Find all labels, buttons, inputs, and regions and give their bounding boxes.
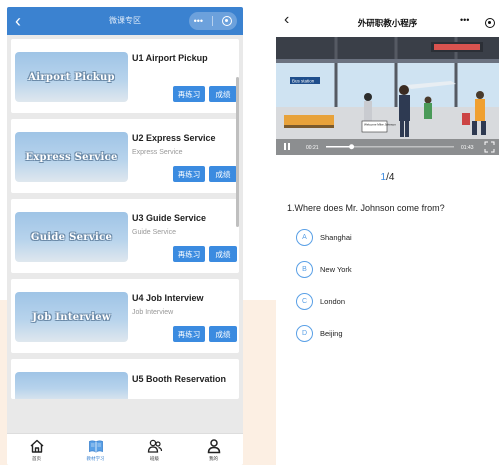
progress-knob bbox=[349, 144, 355, 150]
tab-home[interactable]: 首页 bbox=[7, 434, 66, 465]
video-player[interactable]: Bus station Welcome Mike Johnson 00:21 0… bbox=[276, 37, 499, 155]
option-c[interactable]: C London bbox=[296, 293, 345, 310]
pause-icon bbox=[284, 143, 286, 150]
tab-class[interactable]: 班级 bbox=[125, 434, 184, 465]
thumbnail-label: Airport Pickup bbox=[28, 71, 115, 83]
course-card[interactable]: U5 Booth Reservation bbox=[11, 359, 239, 399]
course-title[interactable]: U2 Express Service bbox=[132, 133, 216, 143]
total-questions: /4 bbox=[386, 172, 395, 183]
option-text[interactable]: New York bbox=[320, 265, 352, 274]
video-frame: Bus station Welcome Mike Johnson 00:21 0… bbox=[276, 37, 499, 155]
quiz-screen: ‹ 外研职教小程序 ••• Bus station Welcome Mike J… bbox=[276, 7, 499, 465]
tab-label: 首页 bbox=[32, 456, 41, 461]
course-title[interactable]: U3 Guide Service bbox=[132, 213, 206, 223]
course-card[interactable]: Express Service U2 Express Service Expre… bbox=[11, 119, 239, 193]
tab-mine[interactable]: 我的 bbox=[184, 434, 243, 465]
course-card[interactable]: Job Interview U4 Job Interview Job Inter… bbox=[11, 279, 239, 353]
option-letter[interactable]: A bbox=[296, 229, 313, 246]
home-icon bbox=[30, 439, 43, 453]
course-thumbnail[interactable]: Express Service bbox=[15, 132, 128, 182]
question-counter: 1/4 bbox=[276, 172, 499, 183]
course-title[interactable]: U5 Booth Reservation bbox=[132, 373, 232, 385]
header-bar: ‹ 外研职教小程序 ••• bbox=[276, 7, 499, 35]
thumbnail-label: Job Interview bbox=[32, 311, 111, 323]
practice-again-button[interactable]: 再练习 bbox=[173, 166, 205, 182]
option-text[interactable]: Beijing bbox=[320, 329, 343, 338]
tab-label: 教材学习 bbox=[86, 456, 105, 461]
course-card[interactable]: Airport Pickup U1 Airport Pickup 再练习 成绩 bbox=[11, 39, 239, 113]
option-letter[interactable]: C bbox=[296, 293, 313, 310]
option-text[interactable]: Shanghai bbox=[320, 233, 352, 242]
score-button[interactable]: 成绩 bbox=[209, 86, 237, 102]
practice-again-button[interactable]: 再练习 bbox=[173, 246, 205, 262]
course-subtitle: Job Interview bbox=[132, 309, 174, 316]
tab-label: 我的 bbox=[209, 456, 218, 461]
course-subtitle: Guide Service bbox=[132, 229, 176, 236]
option-d[interactable]: D Beijing bbox=[296, 325, 343, 342]
thumbnail-label: Guide Service bbox=[30, 231, 113, 243]
option-letter[interactable]: B bbox=[296, 261, 313, 278]
more-icon[interactable]: ••• bbox=[460, 15, 469, 25]
progress-fill bbox=[326, 146, 352, 148]
mini-program-capsule[interactable]: ••• bbox=[189, 12, 237, 30]
tab-textbook-study[interactable]: 教材学习 bbox=[66, 434, 125, 465]
course-thumbnail[interactable]: Airport Pickup bbox=[15, 52, 128, 102]
current-time: 00:21 bbox=[306, 145, 319, 151]
score-button[interactable]: 成绩 bbox=[209, 246, 237, 262]
capsule-divider bbox=[212, 16, 214, 26]
option-a[interactable]: A Shanghai bbox=[296, 229, 352, 246]
bottom-tab-bar: 首页 教材学习 班级 我的 bbox=[7, 433, 243, 465]
course-thumbnail[interactable] bbox=[15, 372, 128, 399]
tab-label: 班级 bbox=[150, 456, 159, 461]
course-title[interactable]: U1 Airport Pickup bbox=[132, 53, 208, 63]
practice-again-button[interactable]: 再练习 bbox=[173, 86, 205, 102]
course-list-screen: ‹ 微课专区 ••• Airport Pickup U1 Airport Pic… bbox=[7, 7, 243, 465]
course-title[interactable]: U4 Job Interview bbox=[132, 293, 204, 303]
option-letter[interactable]: D bbox=[296, 325, 313, 342]
user-icon bbox=[207, 439, 220, 454]
thumbnail-label: Express Service bbox=[25, 151, 118, 163]
total-time: 01:43 bbox=[461, 145, 474, 151]
course-subtitle: Express Service bbox=[132, 149, 183, 156]
score-button[interactable]: 成绩 bbox=[209, 166, 237, 182]
book-icon bbox=[88, 440, 103, 453]
score-button[interactable]: 成绩 bbox=[209, 326, 237, 342]
scrollbar[interactable] bbox=[236, 77, 239, 227]
option-b[interactable]: B New York bbox=[296, 261, 352, 278]
course-thumbnail[interactable]: Guide Service bbox=[15, 212, 128, 262]
question-text: 1.Where does Mr. Johnson come from? bbox=[287, 203, 445, 213]
group-icon bbox=[147, 439, 162, 453]
course-thumbnail[interactable]: Job Interview bbox=[15, 292, 128, 342]
course-card[interactable]: Guide Service U3 Guide Service Guide Ser… bbox=[11, 199, 239, 273]
more-icon[interactable]: ••• bbox=[194, 16, 203, 26]
welcome-sign: Welcome Mike Johnson bbox=[364, 123, 396, 127]
option-text[interactable]: London bbox=[320, 297, 345, 306]
practice-again-button[interactable]: 再练习 bbox=[173, 326, 205, 342]
bus-station-sign: Bus station bbox=[292, 79, 315, 84]
close-target-icon[interactable] bbox=[222, 16, 233, 26]
close-target-icon[interactable] bbox=[485, 18, 495, 28]
header-bar: ‹ 微课专区 ••• bbox=[7, 7, 243, 35]
